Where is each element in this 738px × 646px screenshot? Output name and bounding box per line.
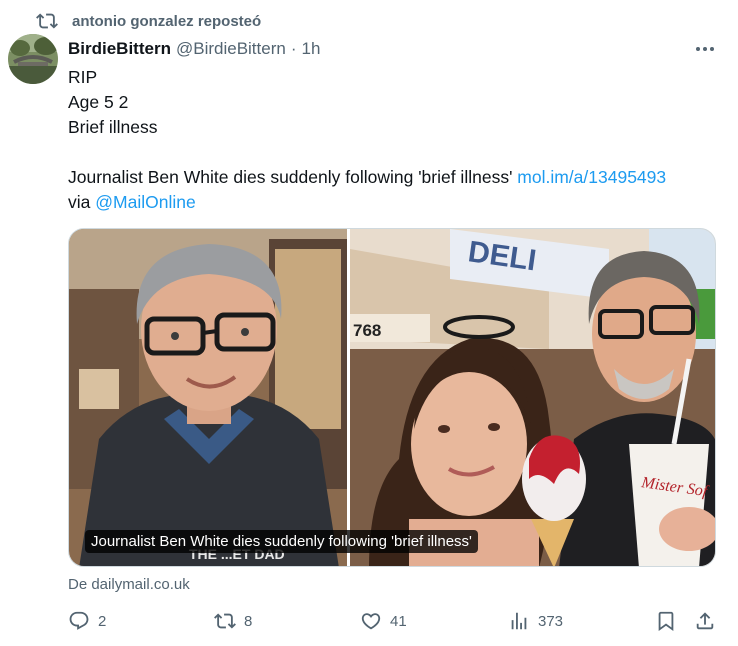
repost-count: 8 <box>244 612 253 630</box>
views-button[interactable]: 373 <box>508 608 563 634</box>
article-link[interactable]: mol.im/a/13495493 <box>517 167 666 187</box>
address-number: 768 <box>353 321 381 340</box>
heart-icon <box>361 613 381 630</box>
post-line-3: Brief illness <box>68 117 158 137</box>
bookmark-button[interactable] <box>655 608 677 634</box>
repost-button[interactable]: 8 <box>214 608 252 634</box>
more-options-button[interactable] <box>692 38 718 60</box>
left-photo: THE ...ET DAD <box>69 229 347 566</box>
post-headline-line: Journalist Ben White dies suddenly follo… <box>68 165 718 190</box>
post-line-1: RIP <box>68 67 98 87</box>
post-via-line: via @MailOnline <box>68 190 718 215</box>
bookmark-icon <box>658 611 674 632</box>
share-icon <box>696 612 714 630</box>
user-handle[interactable]: @BirdieBittern <box>176 39 286 59</box>
share-button[interactable] <box>694 608 716 634</box>
more-icon <box>696 47 714 51</box>
views-icon <box>511 612 527 630</box>
action-bar: 2 8 41 373 <box>68 608 718 634</box>
separator-dot: · <box>290 39 297 58</box>
headline-text: Journalist Ben White dies suddenly follo… <box>68 167 513 187</box>
media-caption: Journalist Ben White dies suddenly follo… <box>85 530 478 553</box>
post-line-2: Age 5 2 <box>68 92 129 112</box>
repost-indicator[interactable]: antonio gonzalez reposteó <box>36 10 261 32</box>
repost-label[interactable]: antonio gonzalez reposteó <box>72 13 261 30</box>
via-text: via <box>68 192 91 212</box>
link-card-image[interactable]: THE ...ET DAD DELI 768 Mister Sof Journa… <box>68 228 716 567</box>
reply-icon <box>69 611 89 630</box>
repost-icon <box>36 13 58 29</box>
display-name[interactable]: BirdieBittern <box>68 39 171 59</box>
reply-button[interactable]: 2 <box>68 608 106 634</box>
mention-link[interactable]: @MailOnline <box>95 192 195 212</box>
repost-icon <box>214 613 236 629</box>
right-photo: DELI 768 Mister Sof <box>350 229 715 566</box>
card-source[interactable]: De dailymail.co.uk <box>68 576 190 593</box>
reply-count: 2 <box>98 612 107 630</box>
post-header: BirdieBittern @BirdieBittern · 1h <box>68 38 320 60</box>
avatar[interactable] <box>8 34 58 84</box>
post-body: RIP Age 5 2 Brief illness Journalist Ben… <box>68 65 718 215</box>
views-count: 373 <box>538 612 564 630</box>
like-button[interactable]: 41 <box>360 608 407 634</box>
like-count: 41 <box>390 612 407 630</box>
post-timestamp[interactable]: 1h <box>302 39 321 59</box>
